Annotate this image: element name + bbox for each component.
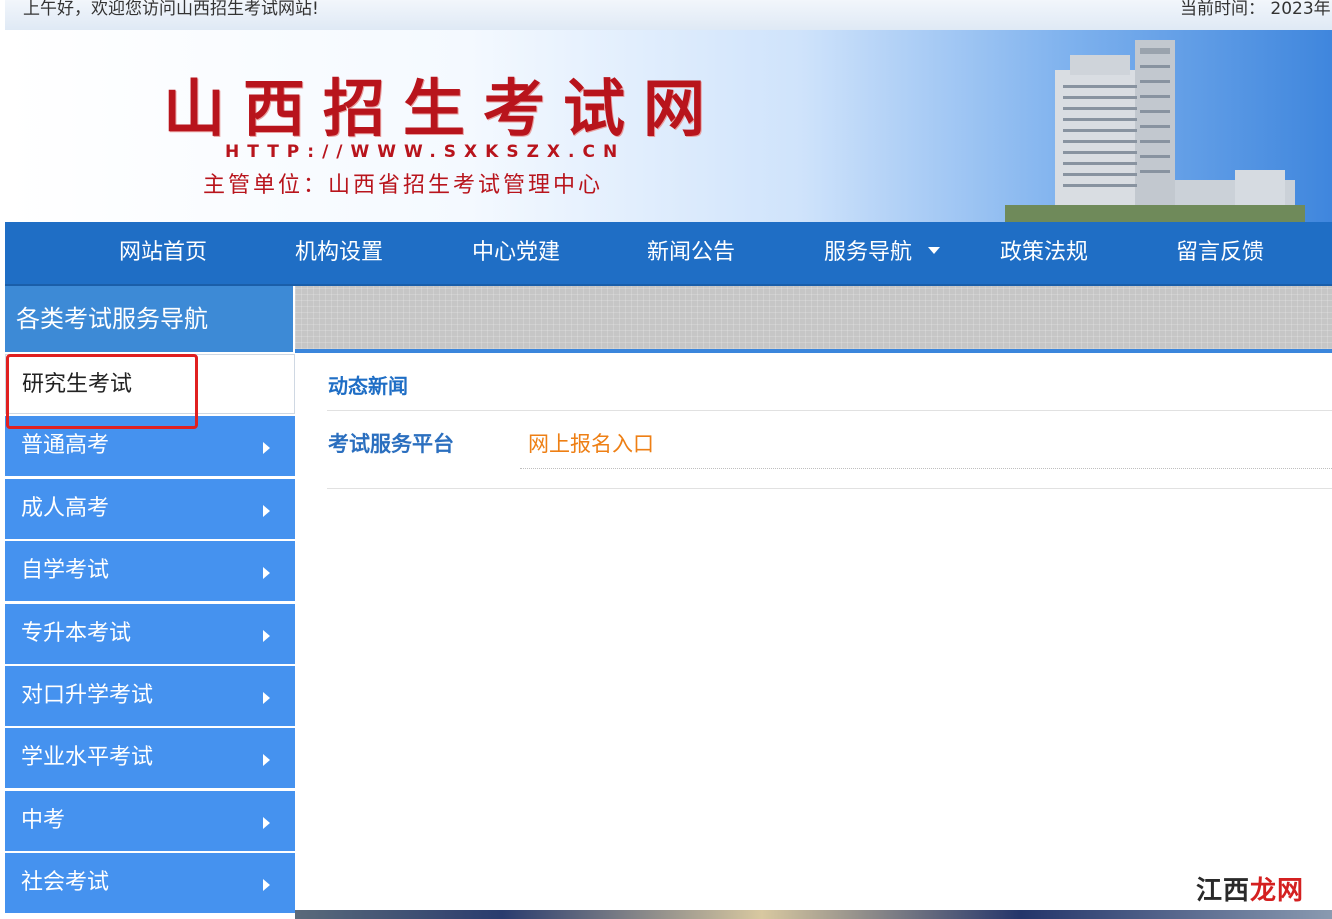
chevron-right-icon bbox=[263, 567, 270, 580]
caret-down-icon bbox=[928, 247, 941, 254]
nav-item-feedback[interactable]: 留言反馈 bbox=[1176, 222, 1264, 284]
site-banner: 山西招生考试网 HTTP://WWW.SXKSZX.CN 主管单位：山西省招生考… bbox=[5, 30, 1332, 222]
chevron-right-icon bbox=[263, 629, 270, 642]
footer-image-strip bbox=[295, 910, 1332, 919]
sidebar-item-label: 社会考试 bbox=[21, 870, 110, 896]
greeting-text: 上午好，欢迎您访问山西招生考试网站! bbox=[23, 0, 319, 19]
sidebar-item-vocational-exam[interactable]: 对口升学考试 bbox=[5, 665, 295, 726]
content-divider bbox=[295, 349, 1332, 353]
chevron-right-icon bbox=[263, 442, 270, 455]
nav-item-home[interactable]: 网站首页 bbox=[119, 222, 207, 284]
chevron-right-icon bbox=[263, 879, 270, 892]
chevron-right-icon bbox=[263, 816, 270, 829]
sidebar-item-zhongkao[interactable]: 中考 bbox=[5, 790, 295, 851]
watermark-part2: 龙网 bbox=[1250, 876, 1305, 906]
dotted-divider bbox=[520, 468, 1332, 469]
sidebar-item-label: 专升本考试 bbox=[21, 620, 132, 646]
sidebar-item-gaokao[interactable]: 普通高考 bbox=[5, 416, 295, 477]
sidebar-menu: 研究生考试 普通高考 成人高考 自学考试 专升本考试 对口升学考试 学业水平考试… bbox=[5, 354, 295, 916]
nav-item-service-guide[interactable]: 服务导航 bbox=[824, 222, 941, 284]
news-section-label[interactable]: 动态新闻 bbox=[328, 370, 408, 399]
sidebar-item-label: 学业水平考试 bbox=[21, 745, 154, 771]
nav-item-service-guide-label: 服务导航 bbox=[824, 240, 913, 265]
watermark-logo: 江西龙网 bbox=[1196, 870, 1304, 907]
sidebar-item-social-exam[interactable]: 社会考试 bbox=[5, 853, 295, 914]
main-nav: 网站首页 机构设置 中心党建 新闻公告 服务导航 政策法规 留言反馈 bbox=[5, 222, 1332, 286]
sidebar-item-label: 研究生考试 bbox=[22, 372, 133, 397]
sidebar-item-adult-exam[interactable]: 成人高考 bbox=[5, 478, 295, 539]
divider bbox=[327, 410, 1332, 411]
sidebar-item-graduate-exam[interactable]: 研究生考试 bbox=[5, 354, 295, 414]
nav-item-organization[interactable]: 机构设置 bbox=[295, 222, 383, 284]
sidebar-title: 各类考试服务导航 bbox=[5, 286, 293, 352]
content-header-band bbox=[295, 286, 1332, 349]
sidebar-item-upgrade-exam[interactable]: 专升本考试 bbox=[5, 603, 295, 664]
sidebar-item-label: 成人高考 bbox=[21, 495, 110, 521]
sidebar-item-label: 自学考试 bbox=[21, 558, 110, 584]
sidebar-item-label: 中考 bbox=[21, 807, 66, 833]
chevron-right-icon bbox=[263, 504, 270, 517]
top-greeting-bar: 上午好，欢迎您访问山西招生考试网站! 当前时间： 2023年 bbox=[5, 0, 1332, 30]
site-title: 山西招生考试网 bbox=[163, 72, 724, 145]
watermark-part1: 江西 bbox=[1196, 876, 1251, 906]
sidebar-item-label: 对口升学考试 bbox=[21, 682, 154, 708]
online-registration-link[interactable]: 网上报名入口 bbox=[528, 428, 654, 458]
divider bbox=[327, 488, 1332, 489]
chevron-right-icon bbox=[263, 754, 270, 767]
sidebar-item-self-study-exam[interactable]: 自学考试 bbox=[5, 541, 295, 602]
nav-item-news[interactable]: 新闻公告 bbox=[647, 222, 735, 284]
supervising-org: 主管单位：山西省招生考试管理中心 bbox=[203, 173, 604, 198]
office-building-image bbox=[1005, 40, 1305, 222]
sidebar-item-proficiency-exam[interactable]: 学业水平考试 bbox=[5, 728, 295, 789]
current-time-text: 当前时间： 2023年 bbox=[1180, 0, 1331, 19]
service-platform-label: 考试服务平台 bbox=[328, 432, 454, 456]
nav-item-policy[interactable]: 政策法规 bbox=[1000, 222, 1088, 284]
chevron-right-icon bbox=[263, 691, 270, 704]
sidebar-item-label: 普通高考 bbox=[21, 433, 110, 459]
nav-item-party-building[interactable]: 中心党建 bbox=[472, 222, 560, 284]
site-url: HTTP://WWW.SXKSZX.CN bbox=[225, 142, 626, 162]
